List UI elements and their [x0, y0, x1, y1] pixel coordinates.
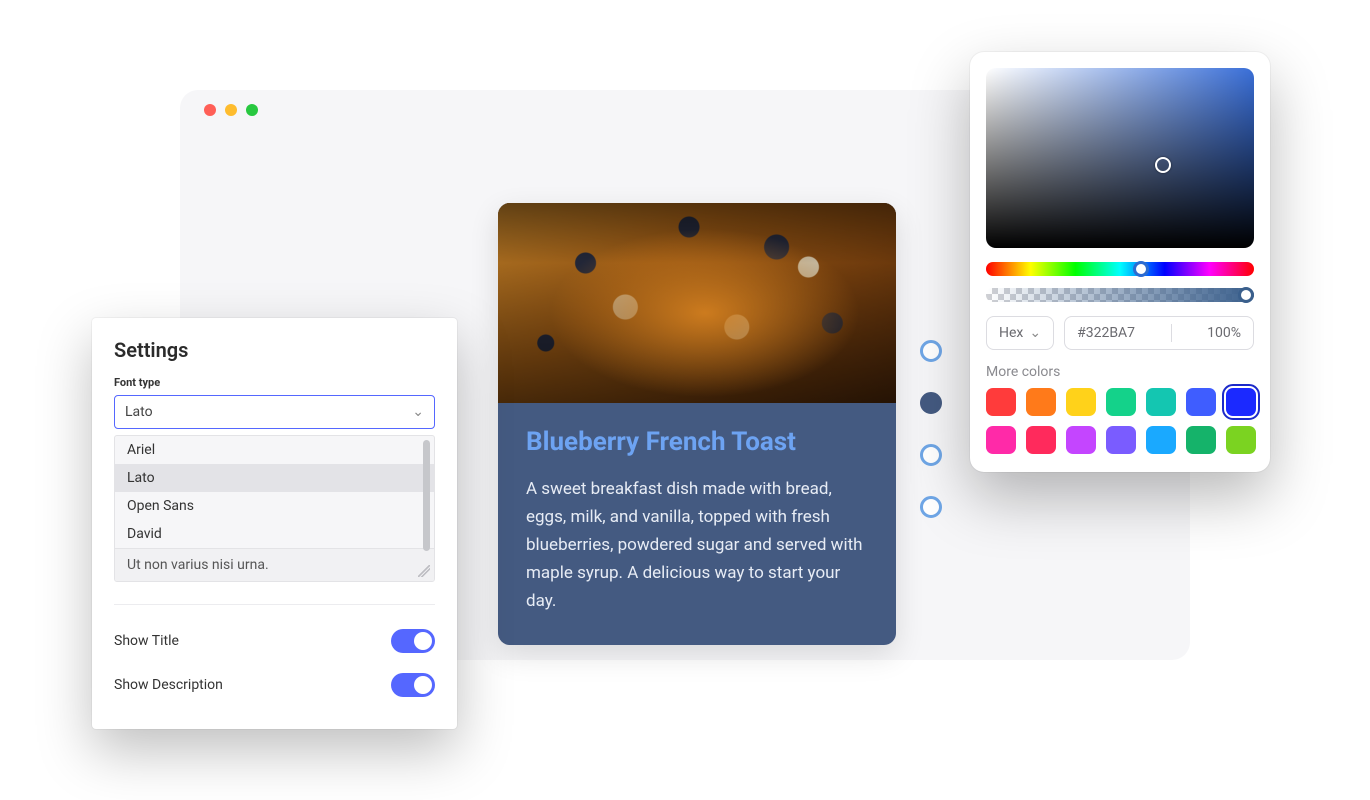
swatch-11[interactable] — [1106, 426, 1136, 454]
alpha-slider[interactable] — [986, 288, 1254, 302]
alpha-value: 100% — [1207, 325, 1241, 341]
saturation-area[interactable] — [986, 68, 1254, 248]
hex-value: #322BA7 — [1077, 325, 1135, 341]
font-type-select[interactable]: Lato ⌄ — [114, 395, 435, 429]
minimize-icon[interactable] — [225, 104, 237, 116]
font-sample-text[interactable]: Ut non varius nisi urna. — [115, 548, 434, 581]
close-icon[interactable] — [204, 104, 216, 116]
recipe-body: Blueberry French Toast A sweet breakfast… — [498, 403, 896, 645]
font-type-selected: Lato — [125, 404, 153, 420]
swatch-8[interactable] — [986, 426, 1016, 454]
recipe-image — [498, 203, 896, 403]
carousel-dot-1[interactable] — [920, 340, 942, 362]
recipe-card: Blueberry French Toast A sweet breakfast… — [498, 203, 896, 645]
swatch-14[interactable] — [1226, 426, 1256, 454]
color-picker: Hex ⌄ #322BA7 100% More colors — [970, 52, 1270, 472]
swatch-7[interactable] — [1226, 388, 1256, 416]
swatch-6[interactable] — [1186, 388, 1216, 416]
hue-cursor[interactable] — [1133, 261, 1149, 277]
carousel-dot-4[interactable] — [920, 496, 942, 518]
toggle-row-show-description: Show Description — [114, 663, 435, 707]
more-colors-label: More colors — [986, 364, 1254, 380]
recipe-description: A sweet breakfast dish made with bread, … — [526, 475, 868, 615]
swatch-2[interactable] — [1026, 388, 1056, 416]
swatch-9[interactable] — [1026, 426, 1056, 454]
color-format-label: Hex — [999, 325, 1023, 341]
swatch-5[interactable] — [1146, 388, 1176, 416]
chevron-down-icon: ⌄ — [412, 404, 424, 420]
show-title-label: Show Title — [114, 633, 179, 649]
settings-panel: Settings Font type Lato ⌄ Ariel Lato Ope… — [92, 318, 457, 729]
divider — [114, 604, 435, 605]
swatch-10[interactable] — [1066, 426, 1096, 454]
show-title-toggle[interactable] — [391, 629, 435, 653]
swatch-3[interactable] — [1066, 388, 1096, 416]
font-option-david[interactable]: David — [115, 520, 434, 548]
chevron-down-icon: ⌄ — [1029, 325, 1041, 341]
swatch-1[interactable] — [986, 388, 1016, 416]
color-swatches — [986, 388, 1254, 454]
saturation-cursor[interactable] — [1155, 157, 1171, 173]
show-description-label: Show Description — [114, 677, 223, 693]
recipe-title: Blueberry French Toast — [526, 427, 868, 457]
hue-slider[interactable] — [986, 262, 1254, 276]
show-description-toggle[interactable] — [391, 673, 435, 697]
font-options-list: Ariel Lato Open Sans David Ut non varius… — [114, 435, 435, 582]
carousel-dot-3[interactable] — [920, 444, 942, 466]
divider-vertical — [1171, 324, 1172, 342]
font-type-label: Font type — [114, 376, 435, 389]
alpha-cursor[interactable] — [1238, 287, 1254, 303]
maximize-icon[interactable] — [246, 104, 258, 116]
color-format-select[interactable]: Hex ⌄ — [986, 316, 1054, 350]
settings-title: Settings — [114, 338, 435, 362]
font-option-lato[interactable]: Lato — [115, 464, 434, 492]
swatch-4[interactable] — [1106, 388, 1136, 416]
font-option-open-sans[interactable]: Open Sans — [115, 492, 434, 520]
toggle-row-show-title: Show Title — [114, 619, 435, 663]
color-value-row: Hex ⌄ #322BA7 100% — [986, 316, 1254, 350]
color-value-input[interactable]: #322BA7 100% — [1064, 316, 1254, 350]
font-option-ariel[interactable]: Ariel — [115, 436, 434, 464]
swatch-12[interactable] — [1146, 426, 1176, 454]
carousel-dots — [920, 340, 942, 518]
swatch-13[interactable] — [1186, 426, 1216, 454]
carousel-dot-2[interactable] — [920, 392, 942, 414]
